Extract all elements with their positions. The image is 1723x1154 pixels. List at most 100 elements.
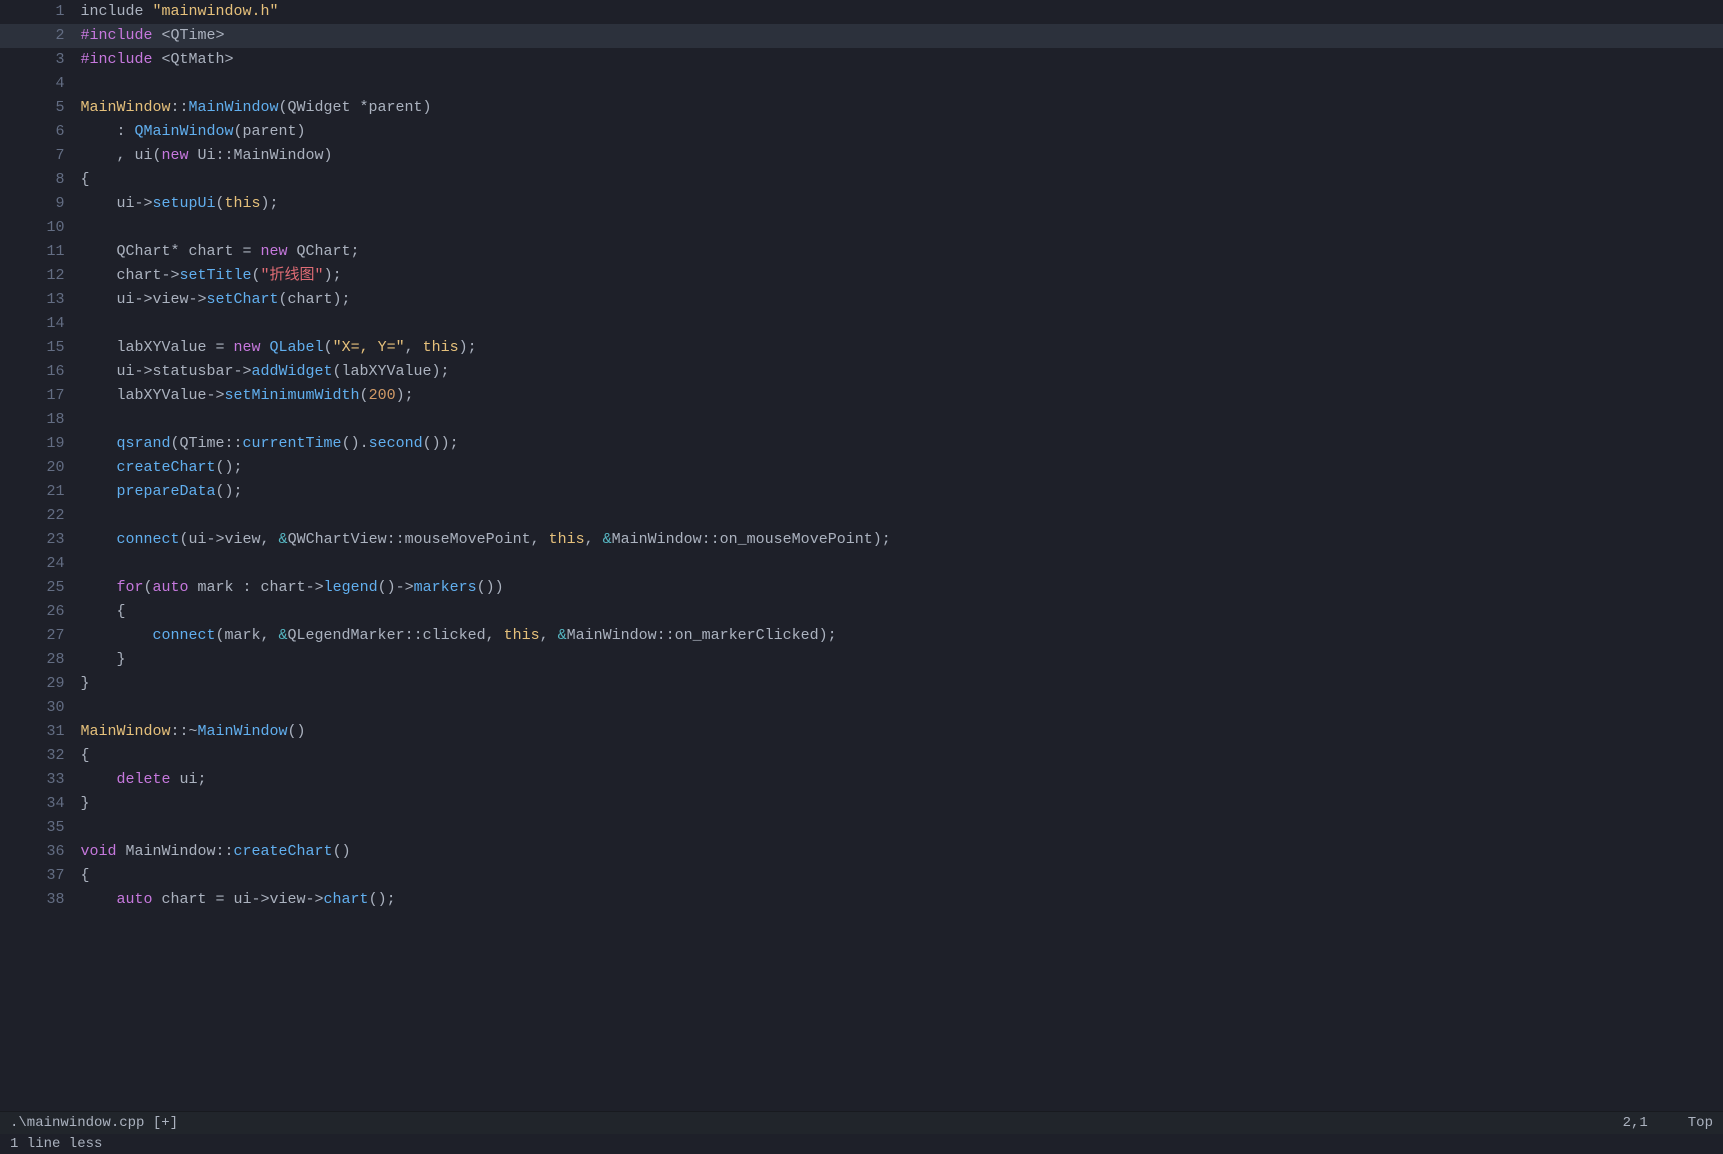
line-content <box>76 312 1723 336</box>
table-row: 8 { <box>0 168 1723 192</box>
line-content: include "mainwindow.h" <box>76 0 1723 24</box>
line-content: qsrand(QTime::currentTime().second()); <box>76 432 1723 456</box>
line-number: 12 <box>0 264 76 288</box>
line-content: delete ui; <box>76 768 1723 792</box>
line-number: 22 <box>0 504 76 528</box>
line-number: 21 <box>0 480 76 504</box>
line-content: ui->setupUi(this); <box>76 192 1723 216</box>
line-number: 23 <box>0 528 76 552</box>
line-number: 29 <box>0 672 76 696</box>
table-row: 27 connect(mark, &QLegendMarker::clicked… <box>0 624 1723 648</box>
line-number: 26 <box>0 600 76 624</box>
line-content: { <box>76 744 1723 768</box>
table-row: 15 labXYValue = new QLabel("X=, Y=", thi… <box>0 336 1723 360</box>
line-content: #include <QTime> <box>76 24 1723 48</box>
status-scroll: Top <box>1688 1115 1713 1131</box>
editor-container: 1 include "mainwindow.h" 2 #include <QTi… <box>0 0 1723 1154</box>
line-content <box>76 696 1723 720</box>
line-number: 13 <box>0 288 76 312</box>
line-content: { <box>76 168 1723 192</box>
bottom-bar: 1 line less <box>0 1134 1723 1154</box>
table-row: 4 <box>0 72 1723 96</box>
table-row: 1 include "mainwindow.h" <box>0 0 1723 24</box>
line-content <box>76 816 1723 840</box>
status-bar: .\mainwindow.cpp [+] 2,1 Top <box>0 1111 1723 1134</box>
line-content: createChart(); <box>76 456 1723 480</box>
code-table: 1 include "mainwindow.h" 2 #include <QTi… <box>0 0 1723 912</box>
table-row: 14 <box>0 312 1723 336</box>
line-number: 4 <box>0 72 76 96</box>
line-content: prepareData(); <box>76 480 1723 504</box>
line-number: 35 <box>0 816 76 840</box>
table-row: 34 } <box>0 792 1723 816</box>
line-content: connect(mark, &QLegendMarker::clicked, t… <box>76 624 1723 648</box>
line-number: 19 <box>0 432 76 456</box>
line-number: 14 <box>0 312 76 336</box>
line-number: 3 <box>0 48 76 72</box>
line-content: for(auto mark : chart->legend()->markers… <box>76 576 1723 600</box>
line-content: chart->setTitle("折线图"); <box>76 264 1723 288</box>
table-row: 30 <box>0 696 1723 720</box>
table-row: 3 #include <QtMath> <box>0 48 1723 72</box>
table-row: 24 <box>0 552 1723 576</box>
line-number: 18 <box>0 408 76 432</box>
line-number: 10 <box>0 216 76 240</box>
code-area[interactable]: 1 include "mainwindow.h" 2 #include <QTi… <box>0 0 1723 1111</box>
line-content: MainWindow::~MainWindow() <box>76 720 1723 744</box>
table-row: 23 connect(ui->view, &QWChartView::mouse… <box>0 528 1723 552</box>
line-number: 24 <box>0 552 76 576</box>
table-row: 17 labXYValue->setMinimumWidth(200); <box>0 384 1723 408</box>
line-number: 17 <box>0 384 76 408</box>
table-row: 9 ui->setupUi(this); <box>0 192 1723 216</box>
table-row: 5 MainWindow::MainWindow(QWidget *parent… <box>0 96 1723 120</box>
line-number: 28 <box>0 648 76 672</box>
line-content: ui->view->setChart(chart); <box>76 288 1723 312</box>
line-number: 2 <box>0 24 76 48</box>
line-number: 9 <box>0 192 76 216</box>
line-content: , ui(new Ui::MainWindow) <box>76 144 1723 168</box>
line-number: 1 <box>0 0 76 24</box>
line-number: 7 <box>0 144 76 168</box>
table-row: 31 MainWindow::~MainWindow() <box>0 720 1723 744</box>
table-row: 38 auto chart = ui->view->chart(); <box>0 888 1723 912</box>
line-number: 36 <box>0 840 76 864</box>
table-row: 37 { <box>0 864 1723 888</box>
table-row: 11 QChart* chart = new QChart; <box>0 240 1723 264</box>
table-row: 35 <box>0 816 1723 840</box>
line-number: 8 <box>0 168 76 192</box>
table-row: 33 delete ui; <box>0 768 1723 792</box>
table-row: 36 void MainWindow::createChart() <box>0 840 1723 864</box>
table-row: 18 <box>0 408 1723 432</box>
line-content: auto chart = ui->view->chart(); <box>76 888 1723 912</box>
line-content <box>76 552 1723 576</box>
table-row: 12 chart->setTitle("折线图"); <box>0 264 1723 288</box>
line-content: MainWindow::MainWindow(QWidget *parent) <box>76 96 1723 120</box>
line-number: 38 <box>0 888 76 912</box>
table-row: 28 } <box>0 648 1723 672</box>
table-row: 16 ui->statusbar->addWidget(labXYValue); <box>0 360 1723 384</box>
line-content <box>76 216 1723 240</box>
line-number: 27 <box>0 624 76 648</box>
line-content: labXYValue->setMinimumWidth(200); <box>76 384 1723 408</box>
line-content <box>76 504 1723 528</box>
line-content: { <box>76 600 1723 624</box>
status-position: 2,1 <box>1623 1115 1648 1131</box>
line-number: 32 <box>0 744 76 768</box>
table-row: 20 createChart(); <box>0 456 1723 480</box>
line-number: 34 <box>0 792 76 816</box>
line-number: 16 <box>0 360 76 384</box>
line-content: void MainWindow::createChart() <box>76 840 1723 864</box>
table-row: 32 { <box>0 744 1723 768</box>
line-content: connect(ui->view, &QWChartView::mouseMov… <box>76 528 1723 552</box>
line-content: } <box>76 792 1723 816</box>
table-row: 21 prepareData(); <box>0 480 1723 504</box>
line-number: 33 <box>0 768 76 792</box>
table-row: 29 } <box>0 672 1723 696</box>
line-content: labXYValue = new QLabel("X=, Y=", this); <box>76 336 1723 360</box>
line-content: QChart* chart = new QChart; <box>76 240 1723 264</box>
line-number: 15 <box>0 336 76 360</box>
line-number: 11 <box>0 240 76 264</box>
line-content: } <box>76 672 1723 696</box>
line-content: { <box>76 864 1723 888</box>
line-content <box>76 72 1723 96</box>
